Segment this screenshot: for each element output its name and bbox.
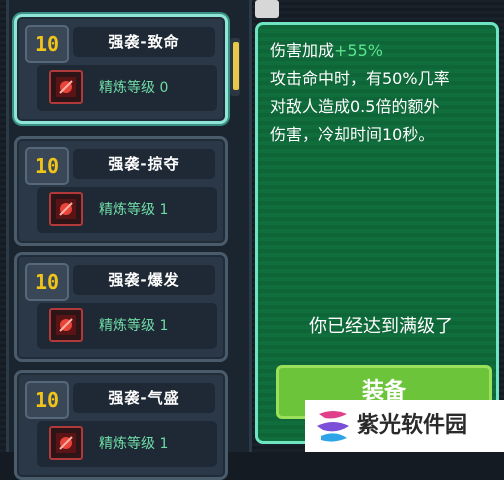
level-badge: 10 <box>25 25 69 63</box>
watermark: 紫光软件园 <box>305 400 504 452</box>
refine-level: 精炼等级 1 <box>99 202 169 218</box>
watermark-logo-icon <box>317 411 349 442</box>
skill-title: 强袭-气盛 <box>73 383 215 413</box>
level-badge: 10 <box>25 263 69 301</box>
refine-row: 精炼等级 1 <box>37 421 217 467</box>
refine-row: 精炼等级 1 <box>37 303 217 349</box>
skill-description: 伤害加成+55% 攻击命中时，有50%几率 对敌人造成0.5倍的额外 伤害，冷却… <box>270 37 494 149</box>
skill-icon <box>49 192 83 226</box>
level-badge: 10 <box>25 381 69 419</box>
character-sprite <box>255 0 279 18</box>
damage-bonus-value: +55% <box>334 41 383 60</box>
max-level-message: 你已经达到满级了 <box>309 316 453 337</box>
description-line-2: 攻击命中时，有50%几率 <box>270 69 450 88</box>
skill-card[interactable]: 10 强袭-气盛精炼等级 1 <box>14 370 228 480</box>
skill-icon <box>49 426 83 460</box>
scrollbar-thumb[interactable] <box>233 42 239 90</box>
skill-card[interactable]: 10 强袭-爆发精炼等级 1 <box>14 252 228 362</box>
skill-detail-panel: 伤害加成+55% 攻击命中时，有50%几率 对敌人造成0.5倍的额外 伤害，冷却… <box>255 22 499 444</box>
level-badge: 10 <box>25 147 69 185</box>
skill-card[interactable]: 10 强袭-掠夺精炼等级 1 <box>14 136 228 246</box>
refine-level: 精炼等级 0 <box>99 80 169 96</box>
skill-icon <box>49 308 83 342</box>
skill-card[interactable]: 10 强袭-致命精炼等级 0 <box>14 14 228 124</box>
skill-title: 强袭-致命 <box>73 27 215 57</box>
refine-level: 精炼等级 1 <box>99 318 169 334</box>
skill-title: 强袭-掠夺 <box>73 149 215 179</box>
damage-bonus-label: 伤害加成 <box>270 41 335 60</box>
description-line-4: 伤害，冷却时间10秒。 <box>270 125 435 144</box>
skill-title: 强袭-爆发 <box>73 265 215 295</box>
watermark-text: 紫光软件园 <box>357 413 468 438</box>
refine-row: 精炼等级 1 <box>37 187 217 233</box>
skill-icon <box>49 70 83 104</box>
refine-row: 精炼等级 0 <box>37 65 217 111</box>
description-line-3: 对敌人造成0.5倍的额外 <box>270 97 440 116</box>
